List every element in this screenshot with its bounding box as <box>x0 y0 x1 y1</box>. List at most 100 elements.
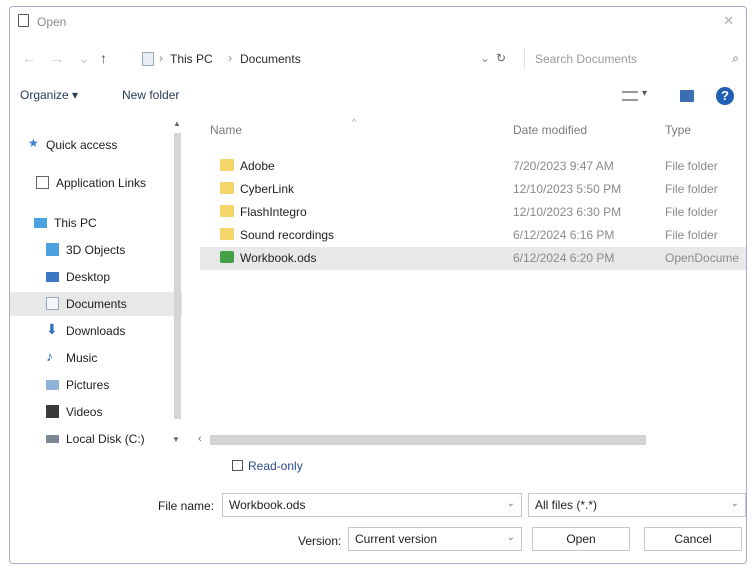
address-bar[interactable]: › This PC › Documents ⌄ ↻ <box>122 48 514 70</box>
file-name: FlashIntegro <box>240 205 307 219</box>
toolbar: Organize ▾ New folder ▾ ? <box>10 83 746 111</box>
checkbox-box[interactable] <box>232 460 243 471</box>
version-value: Current version <box>355 532 438 546</box>
table-row[interactable]: CyberLink 12/10/2023 5:50 PM File folder <box>200 178 746 201</box>
breadcrumb-separator: › <box>228 51 232 65</box>
sidebar-item-documents[interactable]: Documents <box>10 292 182 316</box>
sidebar-item-music[interactable]: ♪ Music <box>10 346 182 370</box>
computer-icon <box>34 218 47 228</box>
table-row[interactable]: FlashIntegro 12/10/2023 6:30 PM File fol… <box>200 201 746 224</box>
horizontal-scrollbar[interactable] <box>210 435 646 445</box>
scroll-down-icon[interactable]: ▼ <box>172 435 180 444</box>
sidebar-item-downloads[interactable]: ⬇ Downloads <box>10 319 182 343</box>
chevron-down-icon[interactable]: ⌄ <box>731 498 739 509</box>
navigation-bar: ← → ⌄ ↑ › This PC › Documents ⌄ ↻ Search… <box>10 45 746 73</box>
table-row[interactable]: Adobe 7/20/2023 9:47 AM File folder <box>200 155 746 178</box>
help-icon[interactable]: ? <box>716 87 734 105</box>
star-icon: ★ <box>28 136 39 150</box>
file-name: Adobe <box>240 159 275 173</box>
table-row[interactable]: Workbook.ods 6/12/2024 6:20 PM OpenDocum… <box>200 247 746 270</box>
title-bar: Open ✕ <box>10 7 746 35</box>
download-icon: ⬇ <box>46 321 58 337</box>
pictures-icon <box>46 380 59 390</box>
file-name-label: File name: <box>158 499 215 513</box>
document-icon <box>46 297 59 310</box>
file-name: Sound recordings <box>240 228 335 242</box>
column-header-name[interactable]: Name <box>210 123 242 137</box>
view-options-icon[interactable] <box>622 91 638 101</box>
navigation-pane: ★ Quick access Application Links This PC… <box>10 117 182 467</box>
table-row[interactable]: Sound recordings 6/12/2024 6:16 PM File … <box>200 224 746 247</box>
arrow-up-icon[interactable]: ↑ <box>100 50 107 66</box>
refresh-icon[interactable]: ↻ <box>496 51 506 65</box>
search-placeholder: Search Documents <box>535 52 638 66</box>
file-name: Workbook.ods <box>240 251 317 265</box>
file-type: File folder <box>665 228 718 242</box>
sidebar-item-label: Music <box>66 351 98 365</box>
sidebar-item-label: Videos <box>66 405 103 419</box>
sidebar-item-label: Downloads <box>66 324 126 338</box>
sidebar-item-this-pc[interactable]: This PC <box>10 211 182 235</box>
arrow-right-icon[interactable]: → <box>50 50 64 66</box>
sidebar-item-application-links[interactable]: Application Links <box>10 171 182 195</box>
file-date: 6/12/2024 6:16 PM <box>513 228 615 242</box>
file-date: 12/10/2023 6:30 PM <box>513 205 622 219</box>
file-type-select[interactable]: All files (*.*) ⌄ <box>528 493 746 517</box>
breadcrumb-separator: › <box>159 51 163 65</box>
chevron-down-icon[interactable]: ⌄ <box>480 51 490 65</box>
column-header-type[interactable]: Type <box>665 123 691 137</box>
open-button[interactable]: Open <box>532 527 630 551</box>
sidebar-item-label: 3D Objects <box>66 243 126 257</box>
breadcrumb-documents[interactable]: Documents <box>240 52 301 66</box>
sidebar-item-desktop[interactable]: Desktop <box>10 265 182 289</box>
file-date: 6/12/2024 6:20 PM <box>513 251 615 265</box>
folder-icon <box>220 205 234 217</box>
file-type: File folder <box>665 159 718 173</box>
file-list: Name ^ Date modified Type Adobe 7/20/202… <box>200 117 746 447</box>
breadcrumb-this-pc[interactable]: This PC <box>170 52 213 66</box>
sidebar-item-pictures[interactable]: Pictures <box>10 373 182 397</box>
sidebar-item-label: Desktop <box>66 270 111 284</box>
sidebar-item-3d-objects[interactable]: 3D Objects <box>10 238 182 262</box>
sort-up-icon: ^ <box>352 117 357 127</box>
organize-button[interactable]: Organize ▾ <box>20 88 78 102</box>
music-icon: ♪ <box>46 348 53 364</box>
version-select[interactable]: Current version ⌄ <box>348 527 522 551</box>
video-icon <box>46 405 59 418</box>
file-name: CyberLink <box>240 182 295 196</box>
chevron-down-icon[interactable]: ⌄ <box>78 50 90 67</box>
file-type: File folder <box>665 205 718 219</box>
chevron-down-icon[interactable]: ▾ <box>642 88 647 99</box>
scrollbar-thumb[interactable] <box>174 133 181 419</box>
window-title: Open <box>37 15 67 29</box>
sidebar-item-label: Pictures <box>66 378 110 392</box>
desktop-icon <box>46 272 59 282</box>
file-name-value: Workbook.ods <box>229 498 306 512</box>
scroll-up-icon[interactable]: ▲ <box>173 119 181 128</box>
file-type-value: All files (*.*) <box>535 498 598 512</box>
column-header-date[interactable]: Date modified <box>513 123 587 137</box>
computer-icon <box>142 52 154 66</box>
chevron-down-icon[interactable]: ⌄ <box>507 532 515 543</box>
sidebar-scrollbar[interactable]: ▲ <box>173 119 182 449</box>
cancel-button[interactable]: Cancel <box>644 527 742 551</box>
search-input[interactable]: Search Documents ⌕ <box>524 48 746 70</box>
sidebar-item-quick-access[interactable]: ★ Quick access <box>10 133 182 157</box>
version-label: Version: <box>298 534 342 548</box>
sidebar-item-label: Documents <box>66 297 127 311</box>
disk-icon <box>46 435 59 443</box>
arrow-left-icon[interactable]: ← <box>22 50 36 66</box>
link-folder-icon <box>36 176 49 189</box>
close-icon[interactable]: ✕ <box>723 13 734 29</box>
sidebar-item-videos[interactable]: Videos <box>10 400 182 424</box>
preview-pane-icon[interactable] <box>680 90 694 102</box>
read-only-label: Read-only <box>248 459 303 473</box>
search-icon: ⌕ <box>732 51 739 65</box>
new-folder-button[interactable]: New folder <box>122 88 179 102</box>
file-name-field[interactable]: Workbook.ods ⌄ <box>222 493 522 517</box>
sidebar-item-local-disk[interactable]: Local Disk (C:) <box>10 427 182 451</box>
chevron-down-icon[interactable]: ⌄ <box>507 498 515 509</box>
file-date: 12/10/2023 5:50 PM <box>513 182 622 196</box>
sidebar-item-label: Local Disk (C:) <box>66 432 145 446</box>
spreadsheet-file-icon <box>220 251 234 263</box>
